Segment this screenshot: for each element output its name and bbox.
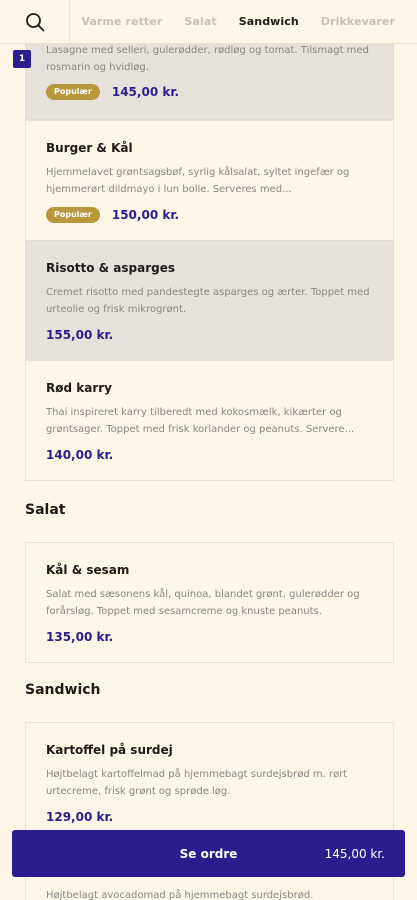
- section-title-salat: Salat: [25, 502, 66, 518]
- menu-item-card[interactable]: Burger & Kål Hjemmelavet grøntsagsbøf, s…: [25, 120, 394, 241]
- menu-item-card[interactable]: Kartoffel på surdej Højtbelagt kartoffel…: [25, 722, 394, 843]
- item-price: 140,00 kr.: [46, 448, 114, 462]
- menu-item-card[interactable]: Rød karry Thai inspireret karry tilbered…: [25, 360, 394, 481]
- tab-salat[interactable]: Salat: [184, 15, 216, 28]
- item-description: Cremet risotto med pandestegte asparges …: [46, 287, 370, 315]
- section-title-sandwich: Sandwich: [25, 682, 101, 698]
- menu-screen: Lasagne med selleri, gulerødder, rødløg …: [0, 0, 417, 900]
- cart-count-badge: 1: [13, 50, 31, 68]
- item-description: Thai inspireret karry tilberedt med koko…: [46, 407, 355, 435]
- item-description: Hjemmelavet grøntsagsbøf, syrlig kålsala…: [46, 167, 350, 195]
- item-description: Salat med sæsonens kål, quinoa, blandet …: [46, 589, 360, 617]
- tab-drikkevarer[interactable]: Drikkevarer: [321, 15, 395, 28]
- item-price: 155,00 kr.: [46, 328, 114, 342]
- item-price: 135,00 kr.: [46, 630, 114, 644]
- search-button[interactable]: [0, 0, 71, 44]
- tab-varme-retter[interactable]: Varme retter: [81, 15, 162, 28]
- popular-badge: Populær: [46, 207, 100, 223]
- menu-item-card[interactable]: Risotto & asparges Cremet risotto med pa…: [25, 240, 394, 361]
- item-description: Højtbelagt kartoffelmad på hjemmebagt su…: [46, 769, 348, 797]
- item-price: 150,00 kr.: [111, 208, 180, 222]
- order-total: 145,00 kr.: [324, 846, 385, 861]
- tab-sandwich[interactable]: Sandwich: [239, 15, 299, 28]
- item-name: Rød karry: [46, 381, 112, 395]
- search-icon: [25, 12, 45, 31]
- item-price: 145,00 kr.: [111, 85, 180, 99]
- category-nav: Varme retter Salat Sandwich Drikkevarer: [0, 0, 417, 44]
- item-name: Kål & sesam: [46, 563, 130, 577]
- view-order-button[interactable]: Se ordre 145,00 kr.: [12, 830, 405, 877]
- menu-item-card[interactable]: Kål & sesam Salat med sæsonens kål, quin…: [25, 542, 394, 663]
- item-name: Kartoffel på surdej: [46, 743, 173, 757]
- popular-badge: Populær: [46, 84, 100, 100]
- item-description: Højtbelagt avocadomad på hjemmebagt surd…: [46, 890, 314, 900]
- item-name: Risotto & asparges: [46, 261, 175, 275]
- item-price: 129,00 kr.: [46, 810, 114, 824]
- item-name: Burger & Kål: [46, 141, 133, 155]
- category-tabs: Varme retter Salat Sandwich Drikkevarer: [70, 0, 417, 44]
- item-description: Lasagne med selleri, gulerødder, rødløg …: [46, 45, 369, 73]
